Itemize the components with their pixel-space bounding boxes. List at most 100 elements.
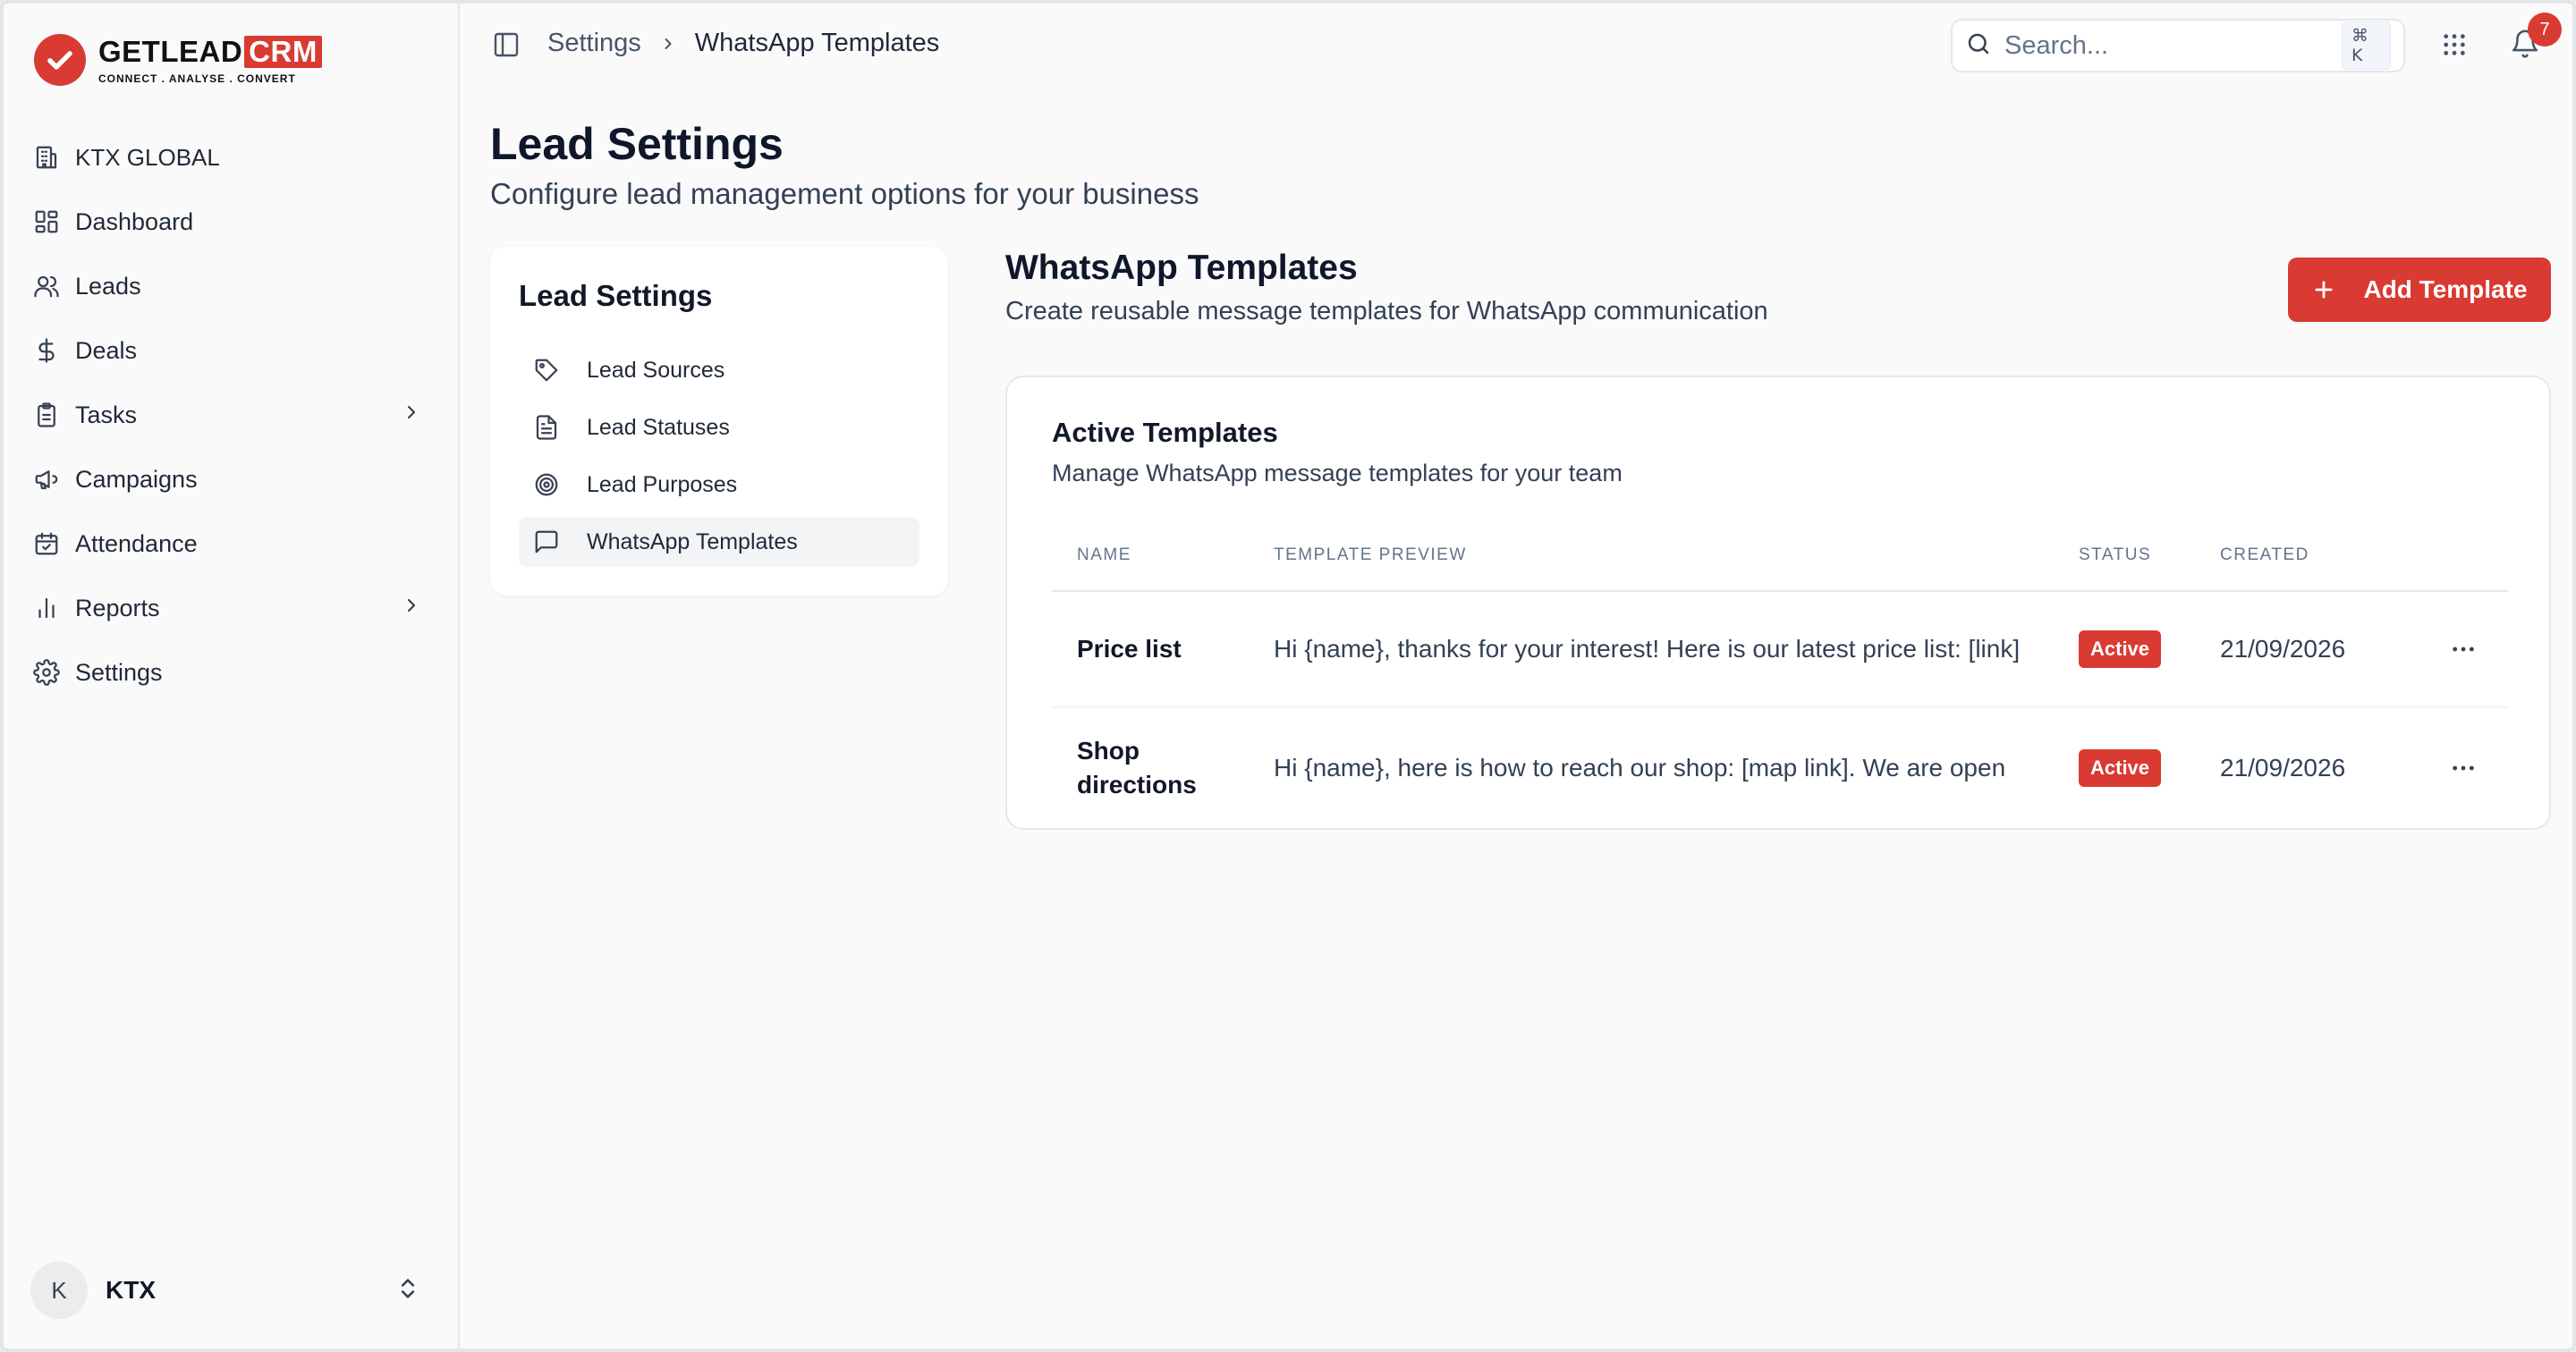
template-preview: Hi {name}, thanks for your interest! Her… (1274, 635, 2021, 663)
sidebar: GETLEAD CRM CONNECT . ANALYSE . CONVERT … (4, 4, 460, 1348)
settings-item-label: Lead Purposes (587, 471, 738, 497)
row-actions-button[interactable] (2419, 754, 2508, 782)
sidebar-item-reports[interactable]: Reports (30, 576, 433, 640)
breadcrumb-settings[interactable]: Settings (547, 29, 641, 58)
sidebar-toggle-icon[interactable] (492, 30, 521, 63)
template-name: Shop directions (1077, 737, 1197, 799)
status-badge: Active (2079, 630, 2162, 668)
sidebar-item-leads[interactable]: Leads (30, 254, 433, 318)
sidebar-item-settings[interactable]: Settings (30, 640, 433, 705)
more-horizontal-icon (2453, 646, 2474, 652)
dollar-icon (30, 334, 63, 367)
table-header: NAME TEMPLATE PREVIEW STATUS CREATED (1052, 520, 2508, 592)
bell-icon (2510, 30, 2540, 63)
app-window: GETLEAD CRM CONNECT . ANALYSE . CONVERT … (0, 0, 2576, 1352)
megaphone-icon (30, 463, 63, 495)
breadcrumb: Settings WhatsApp Templates (547, 29, 939, 58)
sidebar-item-label: Campaigns (75, 465, 198, 493)
brand-suffix: CRM (244, 35, 322, 68)
column-header-preview[interactable]: TEMPLATE PREVIEW (1274, 545, 2079, 565)
users-icon (30, 270, 63, 302)
settings-menu-title: Lead Settings (519, 279, 713, 312)
settings-item-lead-statuses[interactable]: Lead Statuses (519, 402, 919, 452)
grid-icon (30, 206, 63, 238)
breadcrumb-current: WhatsApp Templates (694, 29, 940, 57)
brand-name: GETLEAD (98, 35, 243, 68)
topbar: Settings WhatsApp Templates ⌘ K 7 (462, 4, 2572, 86)
column-header-created[interactable]: CREATED (2220, 545, 2419, 565)
settings-item-label: WhatsApp Templates (587, 528, 798, 554)
more-horizontal-icon (2453, 765, 2474, 771)
status-badge: Active (2079, 749, 2162, 787)
sidebar-item-label: Dashboard (75, 207, 194, 235)
settings-item-lead-sources[interactable]: Lead Sources (519, 345, 919, 395)
template-created: 21/09/2026 (2220, 635, 2346, 663)
page-subtitle: Configure lead management options for yo… (490, 177, 1199, 210)
target-icon (531, 469, 562, 500)
sidebar-item-attendance[interactable]: Attendance (30, 511, 433, 576)
settings-item-whatsapp-templates[interactable]: WhatsApp Templates (519, 517, 919, 567)
chat-icon (531, 527, 562, 557)
chevrons-up-down-icon[interactable] (395, 1276, 420, 1306)
tag-icon (531, 355, 562, 385)
settings-menu-card: Lead Settings Lead Sources Lead Statuses… (490, 247, 948, 596)
row-actions-button[interactable] (2419, 635, 2508, 663)
sidebar-item-dashboard[interactable]: Dashboard (30, 190, 433, 254)
document-icon (531, 412, 562, 443)
chevron-right-icon[interactable] (401, 595, 422, 622)
column-header-status[interactable]: STATUS (2079, 545, 2220, 565)
sidebar-item-label: Tasks (75, 401, 138, 428)
page-title: Lead Settings (490, 119, 784, 169)
sidebar-item-campaigns[interactable]: Campaigns (30, 447, 433, 511)
org-switcher[interactable]: KTX GLOBAL (30, 125, 433, 190)
template-created: 21/09/2026 (2220, 754, 2346, 782)
checkmark-logo-icon (34, 34, 86, 86)
settings-menu-list: Lead Sources Lead Statuses Lead Purposes… (519, 345, 919, 574)
avatar: K (30, 1262, 88, 1319)
settings-item-label: Lead Statuses (587, 414, 730, 440)
add-template-button[interactable]: Add Template (2288, 258, 2551, 322)
calendar-check-icon (30, 528, 63, 560)
table-row[interactable]: Shop directions Hi {name}, here is how t… (1052, 708, 2508, 828)
templates-table: NAME TEMPLATE PREVIEW STATUS CREATED Pri… (1052, 520, 2508, 828)
bar-chart-icon (30, 592, 63, 624)
building-icon (30, 141, 63, 173)
notification-count-badge: 7 (2528, 13, 2562, 46)
template-name: Price list (1077, 635, 1182, 663)
user-menu[interactable]: K KTX (30, 1259, 433, 1322)
brand-tagline: CONNECT . ANALYSE . CONVERT (98, 72, 296, 85)
sidebar-item-label: Deals (75, 336, 138, 364)
template-preview: Hi {name}, here is how to reach our shop… (1274, 754, 2006, 782)
sidebar-nav: KTX GLOBAL Dashboard Leads Deals Tasks C… (30, 125, 433, 705)
sidebar-item-deals[interactable]: Deals (30, 318, 433, 383)
chevron-right-icon (659, 35, 677, 53)
add-template-label: Add Template (2363, 275, 2528, 303)
settings-item-lead-purposes[interactable]: Lead Purposes (519, 460, 919, 510)
gear-icon (30, 656, 63, 689)
plus-icon (2315, 281, 2334, 299)
sidebar-item-label: Settings (75, 658, 163, 686)
chevron-right-icon[interactable] (401, 401, 422, 429)
column-header-name[interactable]: NAME (1052, 538, 1274, 572)
table-row[interactable]: Price list Hi {name}, thanks for your in… (1052, 592, 2508, 708)
search-input[interactable] (2004, 30, 2342, 61)
search-icon (1965, 30, 1992, 62)
apps-grid-icon[interactable] (2440, 30, 2469, 63)
sidebar-item-label: Attendance (75, 529, 198, 557)
sidebar-item-label: Reports (75, 594, 160, 621)
clipboard-icon (30, 399, 63, 431)
org-name: KTX GLOBAL (75, 143, 220, 171)
active-templates-card: Active Templates Manage WhatsApp message… (1005, 376, 2551, 830)
templates-subtitle: Manage WhatsApp message templates for yo… (1052, 460, 1623, 486)
section-title: WhatsApp Templates (1005, 249, 1358, 287)
sidebar-item-tasks[interactable]: Tasks (30, 383, 433, 447)
brand-logo[interactable]: GETLEAD CRM CONNECT . ANALYSE . CONVERT (34, 32, 322, 88)
templates-title: Active Templates (1052, 417, 1278, 448)
settings-item-label: Lead Sources (587, 357, 725, 383)
section-subtitle: Create reusable message templates for Wh… (1005, 297, 1768, 325)
search-shortcut: ⌘ K (2342, 21, 2391, 70)
notifications-button[interactable]: 7 (2510, 13, 2562, 63)
sidebar-item-label: Leads (75, 272, 141, 300)
user-name: KTX (106, 1276, 156, 1304)
search-box[interactable]: ⌘ K (1951, 19, 2405, 72)
